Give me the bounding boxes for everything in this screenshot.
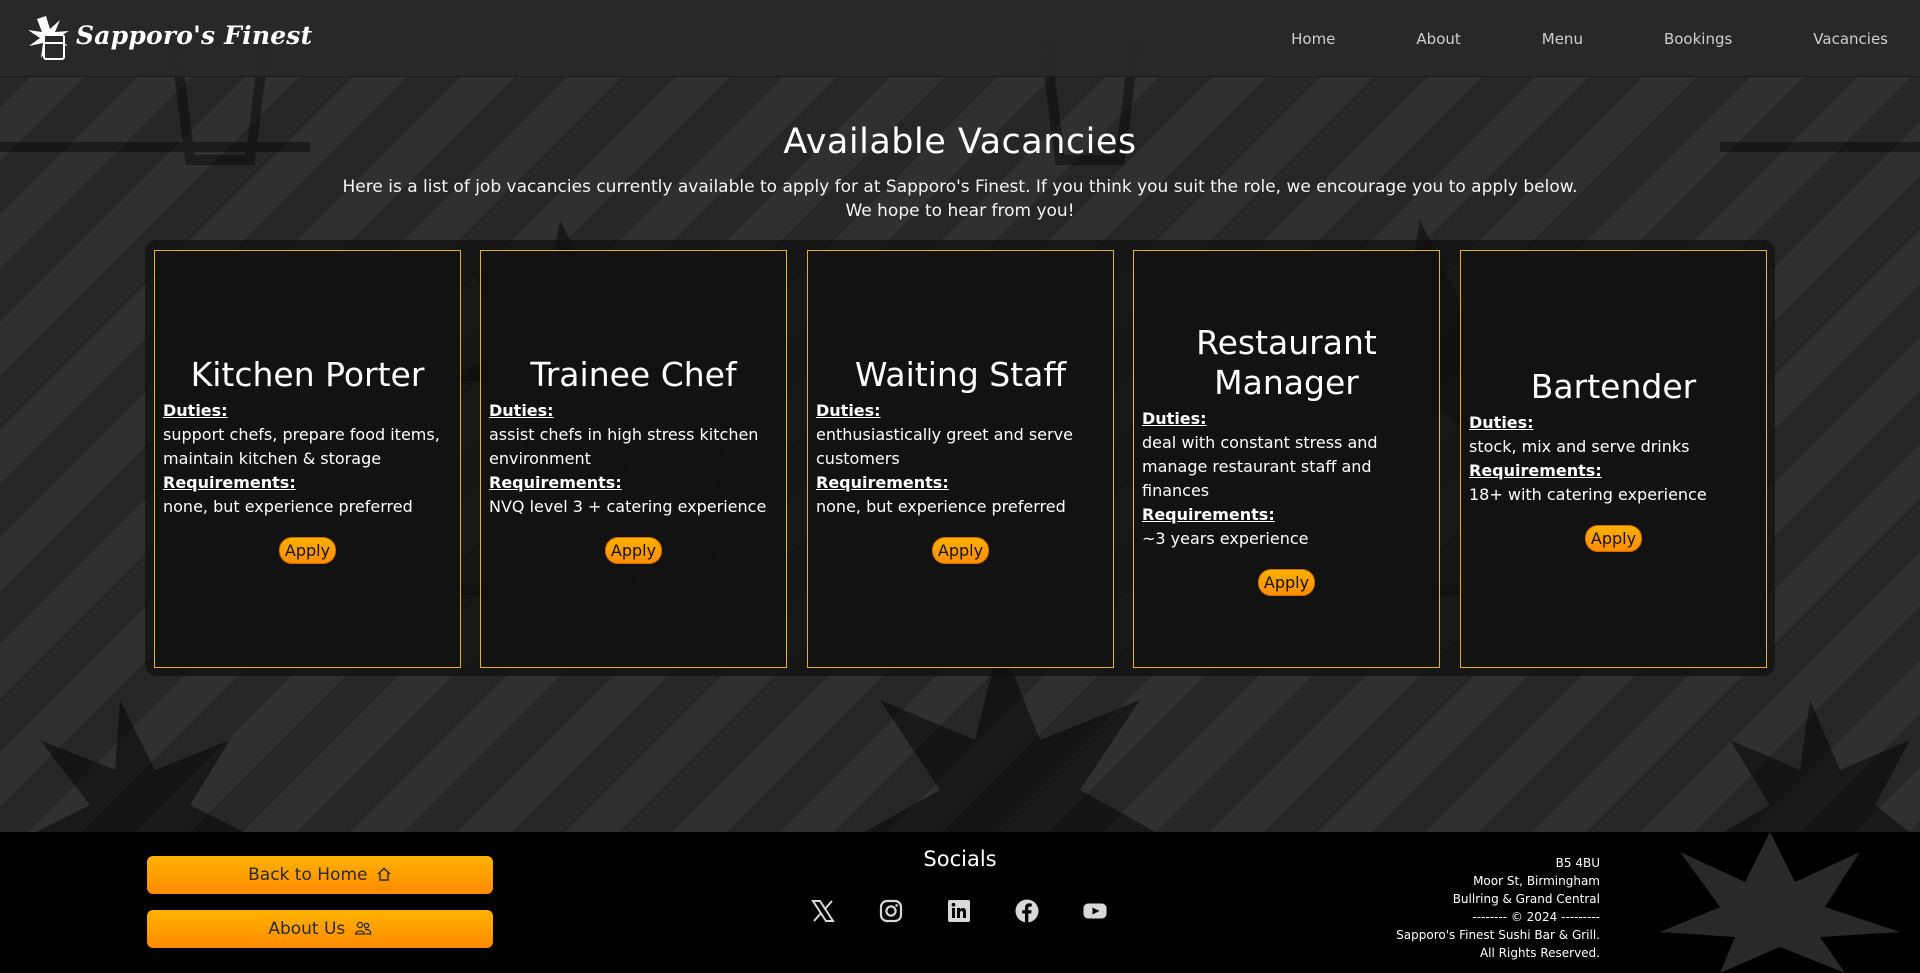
instagram-icon[interactable] <box>878 898 904 924</box>
footer-address: B5 4BU Moor St, Birmingham Bullring & Gr… <box>1396 854 1600 962</box>
linkedin-icon[interactable] <box>946 898 972 924</box>
about-us-label: About Us <box>268 919 346 939</box>
duties-label: Duties: <box>816 400 881 420</box>
vacancy-card-bartender: Bartender Duties: stock, mix and serve d… <box>1460 250 1767 668</box>
requirements-text: none, but experience preferred <box>163 496 413 516</box>
requirements-text: NVQ level 3 + catering experience <box>489 496 767 516</box>
rights-reserved: All Rights Reserved. <box>1479 946 1600 960</box>
apply-button[interactable]: Apply <box>278 536 337 564</box>
copyright-year: -------- © 2024 --------- <box>1472 910 1600 924</box>
apply-button[interactable]: Apply <box>604 536 663 564</box>
requirements-text: 18+ with catering experience <box>1469 484 1707 504</box>
social-links <box>810 898 1108 924</box>
duties-label: Duties: <box>489 400 554 420</box>
requirements-label: Requirements: <box>1142 504 1275 524</box>
requirements-label: Requirements: <box>1469 460 1602 480</box>
intro-text: Here is a list of job vacancies currentl… <box>340 175 1580 223</box>
intro-line-1: Here is a list of job vacancies currentl… <box>342 177 1578 197</box>
intro-line-2: We hope to hear from you! <box>845 201 1075 221</box>
duties-text: deal with constant stress and manage res… <box>1142 432 1378 500</box>
back-home-label: Back to Home <box>248 865 368 885</box>
requirements-text: ~3 years experience <box>1142 528 1309 548</box>
vacancy-card-restaurant-manager: Restaurant Manager Duties: deal with con… <box>1133 250 1440 668</box>
people-icon <box>354 921 371 935</box>
apply-button[interactable]: Apply <box>931 536 990 564</box>
nav-about[interactable]: About <box>1416 30 1460 48</box>
address-street: Moor St, Birmingham <box>1473 874 1600 888</box>
requirements-label: Requirements: <box>816 472 949 492</box>
apply-button[interactable]: Apply <box>1584 524 1643 552</box>
address-area: Bullring & Grand Central <box>1452 892 1600 906</box>
requirements-label: Requirements: <box>163 472 296 492</box>
back-to-home-button[interactable]: Back to Home <box>147 856 493 894</box>
vacancy-title: Restaurant Manager <box>1196 322 1377 402</box>
vacancy-card-waiting-staff: Waiting Staff Duties: enthusiastically g… <box>807 250 1114 668</box>
vacancy-card-kitchen-porter: Kitchen Porter Duties: support chefs, pr… <box>154 250 461 668</box>
brand-name: Sapporo's Finest <box>76 20 313 50</box>
apply-button[interactable]: Apply <box>1257 568 1316 596</box>
duties-text: enthusiastically greet and serve custome… <box>816 424 1073 468</box>
main-nav: Home About Menu Bookings Vacancies <box>1291 0 1888 77</box>
vacancy-title: Kitchen Porter <box>190 354 425 394</box>
vacancy-card-trainee-chef: Trainee Chef Duties: assist chefs in hig… <box>480 250 787 668</box>
page-title: Available Vacancies <box>783 122 1137 162</box>
vacancy-title: Bartender <box>1530 366 1697 406</box>
facebook-icon[interactable] <box>1014 898 1040 924</box>
duties-text: support chefs, prepare food items, maint… <box>163 424 440 468</box>
duties-text: assist chefs in high stress kitchen envi… <box>489 424 759 468</box>
vacancy-title: Waiting Staff <box>854 354 1067 394</box>
nav-vacancies[interactable]: Vacancies <box>1813 30 1888 48</box>
site-footer: Back to Home About Us Socials B5 4BU Moo… <box>0 832 1920 973</box>
duties-text: stock, mix and serve drinks <box>1469 436 1690 456</box>
duties-label: Duties: <box>1142 408 1207 428</box>
home-icon <box>377 867 391 881</box>
nav-bookings[interactable]: Bookings <box>1664 30 1732 48</box>
about-us-button[interactable]: About Us <box>147 910 493 948</box>
site-header: Sapporo's Finest Home About Menu Booking… <box>0 0 1920 77</box>
site-logo[interactable]: Sapporo's Finest <box>26 14 312 62</box>
duties-label: Duties: <box>1469 412 1534 432</box>
nav-menu[interactable]: Menu <box>1542 30 1583 48</box>
nav-home[interactable]: Home <box>1291 30 1335 48</box>
copyright-owner: Sapporo's Finest Sushi Bar & Grill. <box>1396 928 1600 942</box>
x-twitter-icon[interactable] <box>810 898 836 924</box>
socials-title: Socials <box>923 847 997 871</box>
requirements-text: none, but experience preferred <box>816 496 1066 516</box>
youtube-icon[interactable] <box>1082 898 1108 924</box>
address-postcode: B5 4BU <box>1555 856 1600 870</box>
vacancy-title: Trainee Chef <box>530 354 737 394</box>
footer-decoration <box>1660 832 1900 973</box>
logo-icon <box>28 16 69 60</box>
requirements-label: Requirements: <box>489 472 622 492</box>
duties-label: Duties: <box>163 400 228 420</box>
